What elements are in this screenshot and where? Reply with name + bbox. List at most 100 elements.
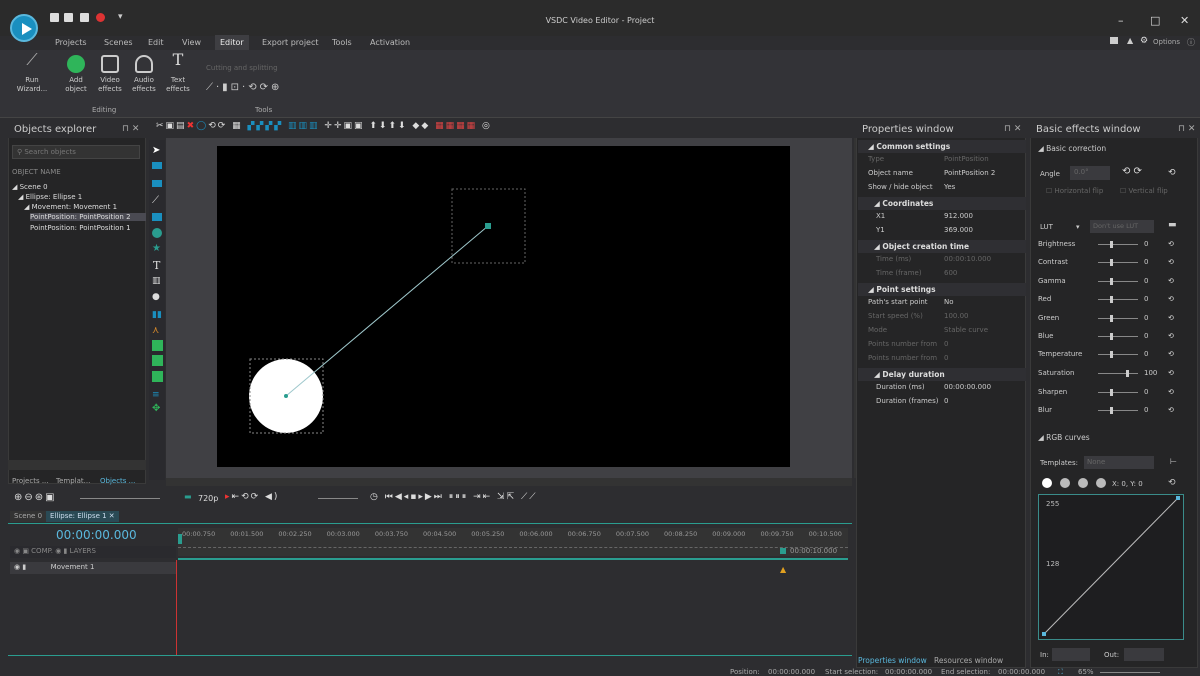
prop-duration-frames[interactable]: Duration (frames) 0 — [862, 397, 1026, 411]
curve-reset-icon[interactable]: ⟲ — [1168, 478, 1176, 488]
tree-item-pointposition-1[interactable]: PointPosition: PointPosition 1 — [30, 224, 131, 232]
lut-folder-icon[interactable]: ▬ — [1168, 220, 1177, 230]
menu-scenes[interactable]: Scenes — [104, 38, 133, 47]
help-icon[interactable]: ⓘ — [1187, 37, 1195, 48]
menu-view[interactable]: View — [182, 38, 201, 47]
chart-icon[interactable]: ▮▮ — [152, 310, 162, 320]
reset-icon[interactable]: ⟲ — [1168, 388, 1174, 396]
tab-resources-window[interactable]: Resources window — [934, 656, 1003, 665]
prop-path-start[interactable]: Path's start point No — [862, 298, 1026, 312]
canvas-hscrollbar[interactable] — [166, 478, 852, 486]
rectangle-icon[interactable] — [152, 162, 162, 169]
temperature-slider[interactable] — [1098, 351, 1138, 358]
prop-duration-ms[interactable]: Duration (ms) 00:00:00.000 — [862, 383, 1026, 397]
blue-slider[interactable] — [1098, 333, 1138, 340]
maximize-button[interactable]: □ — [1150, 14, 1160, 27]
properties-pin-icon[interactable]: ⊓ ✕ — [1004, 124, 1021, 134]
keyframe-icon[interactable]: ▲ — [780, 565, 786, 574]
add-object-button[interactable]: Add object — [60, 55, 92, 94]
rgb-curves-header[interactable]: ◢ RGB curves — [1038, 433, 1090, 442]
run-wizard-button[interactable]: ⟋ Run Wizard... — [14, 52, 50, 94]
coordinates-header[interactable]: ◢ Coordinates — [858, 197, 1026, 210]
green-slider[interactable] — [1098, 315, 1138, 322]
menu-activation[interactable]: Activation — [370, 38, 410, 47]
prop-object-name[interactable]: Object name PointPosition 2 — [862, 169, 1026, 183]
shape-icon[interactable] — [152, 180, 162, 187]
canvas-toolbar[interactable]: ✂▣▤✖◯⟲⟳ ▦ ▞▞▞▞ ▥▥▥ ✛✛▣▣ ⬆⬇⬆⬇ ◆◆ ▦▦▦▦ ◎ — [156, 121, 696, 135]
object-search-input[interactable]: ⚲ Search objects — [12, 145, 140, 159]
reset-icon[interactable]: ⟲ — [1168, 332, 1174, 340]
pin-icon[interactable]: ⊓ ✕ — [122, 124, 139, 134]
menu-tools[interactable]: Tools — [332, 38, 352, 47]
end-marker-icon[interactable] — [780, 548, 786, 554]
menu-projects[interactable]: Projects — [55, 38, 87, 47]
timeline-tab-ellipse[interactable]: Ellipse: Ellipse 1 ✕ — [46, 511, 119, 522]
text-icon[interactable]: T — [153, 259, 160, 272]
prop-x1[interactable]: X1 912.000 — [862, 212, 1026, 226]
ellipse-icon[interactable] — [152, 228, 162, 238]
free-shape-icon[interactable]: ★ — [152, 243, 161, 254]
angle-reset-icon[interactable]: ⟲ — [1168, 168, 1176, 178]
basic-correction-header[interactable]: ◢ Basic correction — [1038, 144, 1106, 153]
reset-icon[interactable]: ⟲ — [1168, 240, 1174, 248]
comment-icon[interactable]: ● — [152, 292, 160, 302]
audio-effects-button[interactable]: Audio effects — [128, 55, 160, 94]
angle-input[interactable]: 0.0° — [1070, 166, 1110, 180]
timeline-zoom-controls[interactable]: ⊕⊖⊛▣ — [14, 492, 57, 503]
horizontal-flip-checkbox[interactable]: ☐ Horizontal flip — [1046, 187, 1103, 195]
image-icon[interactable] — [152, 213, 162, 221]
video-effects-button[interactable]: Video effects — [94, 55, 126, 94]
curve-green-button[interactable] — [1078, 478, 1088, 488]
image-add-icon[interactable] — [152, 340, 163, 351]
vertical-flip-checkbox[interactable]: ☐ Vertical flip — [1120, 187, 1168, 195]
timeline-tab-scene[interactable]: Scene 0 — [10, 511, 47, 522]
save-template-icon[interactable]: ⊢ — [1170, 457, 1177, 466]
resolution-dropdown[interactable]: 720p — [198, 494, 218, 503]
menu-edit[interactable]: Edit — [148, 38, 164, 47]
reset-icon[interactable]: ⟲ — [1168, 406, 1174, 414]
effects-pin-icon[interactable]: ⊓ ✕ — [1178, 124, 1195, 134]
volume-slider[interactable] — [318, 498, 358, 499]
reset-icon[interactable]: ⟲ — [1168, 314, 1174, 322]
timeline-toolbar-left[interactable]: ▸⇤⟲⟳ ◀) — [225, 492, 279, 502]
lut-dropdown-icon[interactable]: ▾ — [1076, 223, 1080, 231]
path-end-point[interactable] — [485, 223, 491, 229]
animation-icon[interactable]: ⋏ — [152, 325, 159, 336]
playback-controls[interactable]: ◷ ⏮◀◂▪▸▶⏭ ⏸⏸⏸ ⇥⇤ ⇲⇱ ⟋⟋ — [370, 492, 538, 502]
move-icon[interactable]: ✥ — [152, 403, 160, 414]
in-input[interactable] — [1052, 648, 1090, 661]
tab-templates[interactable]: Templat... — [56, 477, 90, 485]
rotate-buttons[interactable]: ⟲ ⟳ — [1122, 166, 1142, 177]
tree-item-pointposition-2[interactable]: PointPosition: PointPosition 2 — [30, 213, 146, 221]
tree-item-movement[interactable]: ◢ Movement: Movement 1 — [24, 203, 117, 211]
reset-icon[interactable]: ⟲ — [1168, 295, 1174, 303]
reset-icon[interactable]: ⟲ — [1168, 350, 1174, 358]
templates-select[interactable]: None — [1084, 456, 1154, 469]
text-effects-button[interactable]: T Text effects — [162, 52, 194, 94]
out-input[interactable] — [1124, 648, 1164, 661]
gear-icon[interactable]: ⚙ — [1140, 36, 1148, 46]
zoom-slider[interactable] — [1100, 672, 1160, 673]
options-link[interactable]: Options — [1153, 38, 1180, 46]
tools-toolbar[interactable]: ⟋·▮⊡·⟲⟳⊕ — [206, 82, 282, 93]
pointer-icon[interactable]: ➤ — [152, 145, 160, 156]
contrast-slider[interactable] — [1098, 259, 1138, 266]
line-icon[interactable]: ⟋ — [152, 195, 159, 206]
equalizer-icon[interactable]: ≡ — [152, 390, 160, 400]
menu-export-project[interactable]: Export project — [262, 38, 319, 47]
reset-icon[interactable]: ⟲ — [1168, 277, 1174, 285]
collapse-ribbon-icon[interactable]: ▲ — [1127, 36, 1133, 45]
minimize-button[interactable]: – — [1118, 14, 1124, 27]
preview-quality-icon[interactable]: ▬ — [184, 492, 192, 501]
saturation-slider[interactable] — [1098, 370, 1138, 377]
tab-objects[interactable]: Objects ... — [100, 477, 135, 485]
gamma-slider[interactable] — [1098, 278, 1138, 285]
video-add-icon[interactable] — [152, 371, 163, 382]
reset-icon[interactable]: ⟲ — [1168, 369, 1174, 377]
layout-icon[interactable] — [1110, 37, 1118, 44]
layer-row-movement[interactable]: ◉ ▮ Movement 1 — [10, 562, 176, 574]
rgb-curve-graph[interactable] — [1038, 494, 1184, 640]
tree-item-scene[interactable]: ◢ Scene 0 — [12, 183, 48, 191]
timeline-zoom-slider[interactable] — [80, 498, 160, 499]
curve-white-button[interactable] — [1042, 478, 1052, 488]
